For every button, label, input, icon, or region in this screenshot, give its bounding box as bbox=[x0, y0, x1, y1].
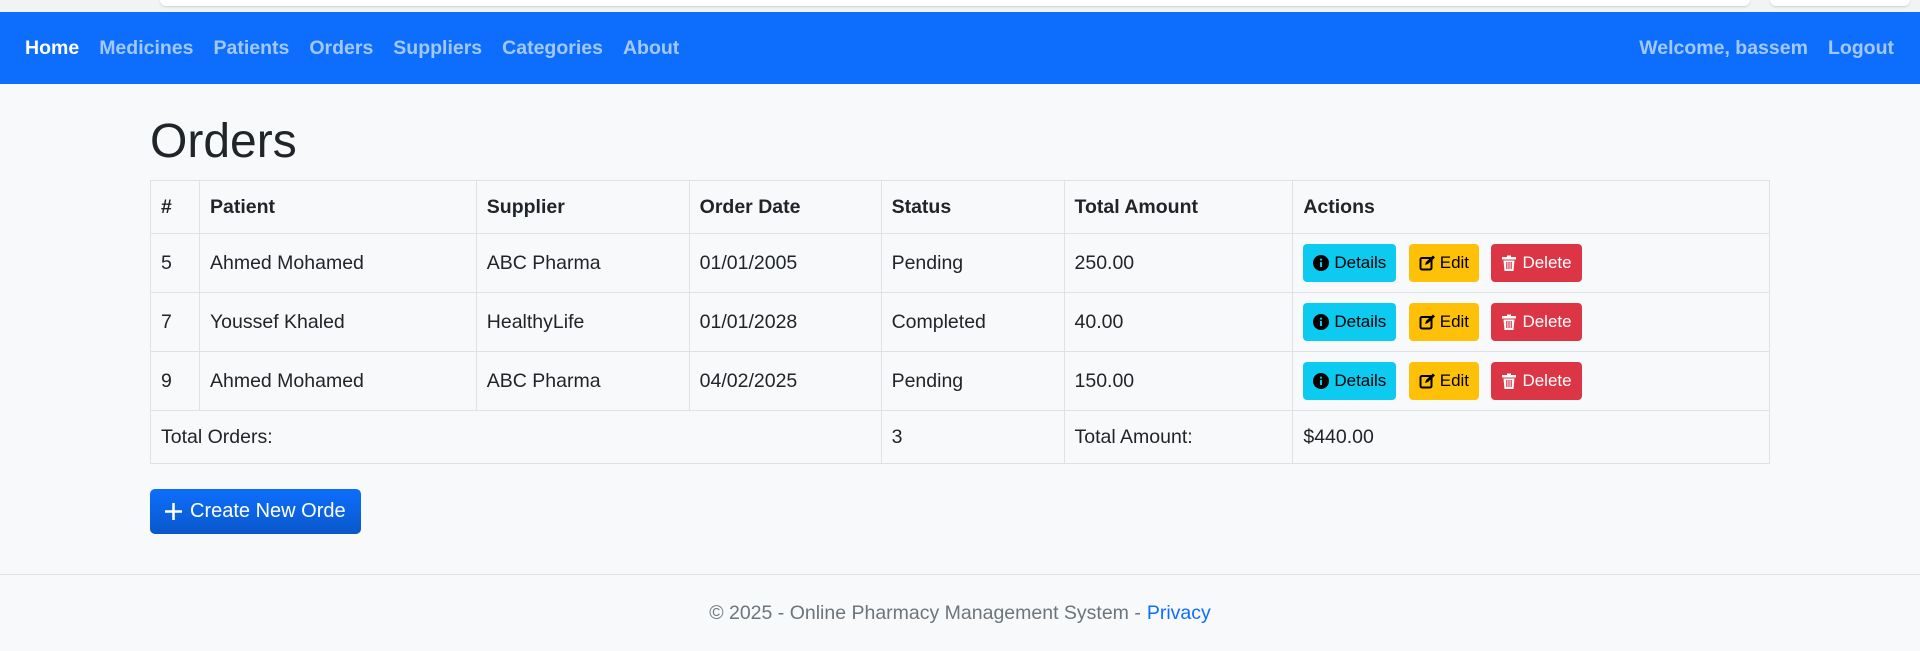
page-title: Orders bbox=[150, 115, 297, 168]
patient-cell: Youssef Khaled bbox=[198, 292, 477, 352]
nav-user-area: Welcome, bassem Logout bbox=[1629, 37, 1904, 60]
edit-button-label: Edit bbox=[1439, 312, 1470, 331]
pencil-square-icon bbox=[1419, 314, 1435, 330]
total-orders-label: Total Orders: bbox=[150, 410, 882, 464]
status-cell: Completed bbox=[880, 292, 1065, 352]
status-cell: Pending bbox=[880, 233, 1065, 293]
browser-top-strip bbox=[0, 0, 1920, 12]
main-content: Orders # Patient Supplier Order Date Sta… bbox=[150, 84, 1770, 534]
details-button-label: Details bbox=[1334, 371, 1387, 390]
edit-button[interactable]: Edit bbox=[1408, 362, 1480, 400]
pencil-square-icon bbox=[1419, 255, 1435, 271]
patient-cell: Ahmed Mohamed bbox=[198, 233, 477, 293]
delete-button[interactable]: Delete bbox=[1491, 244, 1582, 282]
total-amount-value: $440.00 bbox=[1292, 410, 1770, 464]
trash-icon bbox=[1502, 373, 1517, 389]
order-date-cell: 04/02/2025 bbox=[688, 351, 882, 411]
delete-button[interactable]: Delete bbox=[1491, 303, 1582, 341]
order-id-cell: 7 bbox=[150, 292, 200, 352]
table-row: 9 Ahmed Mohamed ABC Pharma 04/02/2025 Pe… bbox=[150, 351, 1770, 411]
column-header-order-date: Order Date bbox=[688, 180, 882, 234]
order-id-cell: 9 bbox=[150, 351, 200, 411]
status-cell: Pending bbox=[880, 351, 1065, 411]
nav-links: Home Medicines Patients Orders Suppliers… bbox=[15, 37, 689, 60]
trash-icon bbox=[1502, 255, 1517, 271]
address-bar-edge bbox=[160, 0, 1750, 6]
nav-categories-link[interactable]: Categories bbox=[492, 37, 613, 60]
table-summary-row: Total Orders: 3 Total Amount: $440.00 bbox=[150, 410, 1770, 464]
footer-copyright: © 2025 - Online Pharmacy Management Syst… bbox=[709, 601, 1141, 624]
info-circle-icon bbox=[1313, 373, 1330, 389]
create-new-order-button[interactable]: Create New Orde bbox=[150, 489, 361, 534]
navbar: Home Medicines Patients Orders Suppliers… bbox=[0, 12, 1920, 84]
browser-control-edge bbox=[1770, 0, 1910, 6]
supplier-cell: ABC Pharma bbox=[475, 351, 690, 411]
nav-medicines-link[interactable]: Medicines bbox=[89, 37, 203, 60]
column-header-id: # bbox=[150, 180, 200, 234]
table-row: 5 Ahmed Mohamed ABC Pharma 01/01/2005 Pe… bbox=[150, 233, 1770, 293]
info-circle-icon bbox=[1313, 255, 1330, 271]
total-orders-value: 3 bbox=[880, 410, 1065, 464]
patient-cell: Ahmed Mohamed bbox=[198, 351, 477, 411]
supplier-cell: ABC Pharma bbox=[475, 233, 690, 293]
details-button-label: Details bbox=[1334, 312, 1387, 331]
actions-cell: Details Edit Delete bbox=[1292, 351, 1770, 411]
table-row: 7 Youssef Khaled HealthyLife 01/01/2028 … bbox=[150, 292, 1770, 352]
order-id-cell: 5 bbox=[150, 233, 200, 293]
edit-button[interactable]: Edit bbox=[1408, 303, 1480, 341]
trash-icon bbox=[1502, 314, 1517, 330]
orders-table: # Patient Supplier Order Date Status Tot… bbox=[150, 180, 1770, 464]
table-header-row: # Patient Supplier Order Date Status Tot… bbox=[150, 180, 1770, 234]
plus-icon bbox=[165, 503, 182, 520]
welcome-user-link[interactable]: Welcome, bassem bbox=[1629, 37, 1818, 60]
details-button[interactable]: Details bbox=[1303, 303, 1397, 341]
column-header-total-amount: Total Amount bbox=[1063, 180, 1294, 234]
edit-button-label: Edit bbox=[1439, 371, 1470, 390]
pencil-square-icon bbox=[1419, 373, 1435, 389]
delete-button-label: Delete bbox=[1522, 312, 1572, 331]
supplier-cell: HealthyLife bbox=[475, 292, 690, 352]
details-button-label: Details bbox=[1334, 253, 1387, 272]
nav-suppliers-link[interactable]: Suppliers bbox=[383, 37, 492, 60]
create-new-order-label: Create New Orde bbox=[190, 500, 346, 522]
privacy-link[interactable]: Privacy bbox=[1147, 602, 1211, 625]
column-header-supplier: Supplier bbox=[475, 180, 690, 234]
actions-cell: Details Edit Delete bbox=[1292, 292, 1770, 352]
column-header-patient: Patient bbox=[198, 180, 477, 234]
amount-cell: 40.00 bbox=[1063, 292, 1294, 352]
logout-link[interactable]: Logout bbox=[1818, 37, 1904, 60]
actions-cell: Details Edit Delete bbox=[1292, 233, 1770, 293]
details-button[interactable]: Details bbox=[1303, 362, 1397, 400]
nav-home-link[interactable]: Home bbox=[15, 37, 89, 60]
page-footer: © 2025 - Online Pharmacy Management Syst… bbox=[0, 574, 1920, 651]
column-header-status: Status bbox=[880, 180, 1065, 234]
nav-patients-link[interactable]: Patients bbox=[203, 37, 299, 60]
total-amount-label: Total Amount: bbox=[1063, 410, 1294, 464]
edit-button[interactable]: Edit bbox=[1408, 244, 1480, 282]
order-date-cell: 01/01/2005 bbox=[688, 233, 882, 293]
delete-button-label: Delete bbox=[1522, 371, 1572, 390]
delete-button[interactable]: Delete bbox=[1491, 362, 1582, 400]
nav-orders-link[interactable]: Orders bbox=[299, 37, 383, 60]
amount-cell: 150.00 bbox=[1063, 351, 1294, 411]
delete-button-label: Delete bbox=[1522, 253, 1572, 272]
amount-cell: 250.00 bbox=[1063, 233, 1294, 293]
info-circle-icon bbox=[1313, 314, 1330, 330]
nav-about-link[interactable]: About bbox=[613, 37, 689, 60]
details-button[interactable]: Details bbox=[1303, 244, 1397, 282]
column-header-actions: Actions bbox=[1292, 180, 1770, 234]
order-date-cell: 01/01/2028 bbox=[688, 292, 882, 352]
edit-button-label: Edit bbox=[1439, 253, 1470, 272]
